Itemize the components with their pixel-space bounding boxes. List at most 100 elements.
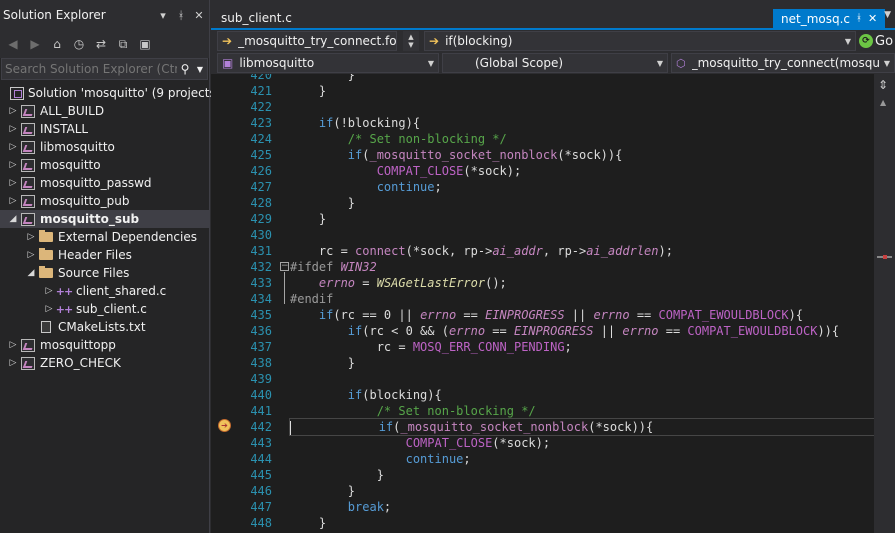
solution-explorer-title: Solution Explorer: [3, 8, 106, 22]
tree-item-source-files[interactable]: ◢ Source Files: [0, 264, 209, 282]
code-line: rc = connect(*sock, rp->ai_addr, rp->ai_…: [290, 244, 673, 258]
expand-arrow-icon[interactable]: ▷: [6, 142, 20, 152]
expand-arrow-icon[interactable]: ▷: [6, 196, 20, 206]
project-combo[interactable]: ▣ libmosquitto ▼: [217, 53, 439, 73]
tree-item-cmakelists[interactable]: CMakeLists.txt: [0, 318, 209, 336]
spin-up-icon[interactable]: ▲: [408, 33, 413, 41]
close-icon[interactable]: ✕: [191, 9, 207, 22]
tab-sub-client-c[interactable]: sub_client.c: [213, 8, 300, 28]
search-icon[interactable]: ⚲: [177, 62, 193, 76]
function-spinner[interactable]: ▲ ▼: [403, 31, 419, 51]
scroll-up-icon[interactable]: ▲: [880, 98, 886, 107]
sync-icon[interactable]: ⇄: [91, 34, 111, 54]
tree-solution-node[interactable]: Solution 'mosquitto' (9 projects): [0, 84, 220, 102]
function-combo[interactable]: ➔ _mosquitto_try_connect.fo: [217, 31, 397, 51]
home-icon[interactable]: ⌂: [47, 34, 67, 54]
line-number: 437: [250, 340, 272, 354]
tree-item-mosquitto-pub[interactable]: ▷ mosquitto_pub: [0, 192, 209, 210]
tree-item-header-files[interactable]: ▷ Header Files: [0, 246, 209, 264]
scope-combo[interactable]: (Global Scope) ▼: [442, 53, 668, 73]
expand-arrow-icon[interactable]: ▷: [6, 160, 20, 170]
project-icon: [20, 104, 36, 118]
split-window-icon[interactable]: ⇕: [878, 78, 888, 92]
code-line: COMPAT_CLOSE(*sock);: [376, 164, 522, 178]
tree-item-label: Solution 'mosquitto' (9 projects): [28, 86, 221, 100]
expand-arrow-icon[interactable]: ▷: [42, 304, 56, 314]
tab-net-mosq-c[interactable]: net_mosq.c ᚼ ✕: [773, 9, 886, 28]
project-icon: [20, 158, 36, 172]
chevron-down-icon[interactable]: ▼: [653, 59, 667, 68]
tree-item-mosquitto[interactable]: ▷ mosquitto: [0, 156, 209, 174]
indicator-margin[interactable]: ➔: [211, 74, 235, 533]
tree-item-external-dependencies[interactable]: ▷ External Dependencies: [0, 228, 209, 246]
pin-icon[interactable]: ᚼ: [856, 13, 862, 24]
pin-icon[interactable]: ᚼ: [173, 9, 189, 22]
solution-explorer-header: Solution Explorer ▾ ᚼ ✕: [0, 0, 209, 30]
solution-search-input[interactable]: [2, 62, 177, 76]
tree-item-mosquitto-sub[interactable]: ◢ mosquitto_sub: [0, 210, 209, 228]
code-line: #ifdef WIN32: [290, 260, 377, 274]
chevron-down-icon[interactable]: ▼: [841, 37, 855, 46]
navigation-bar: ▣ libmosquitto ▼ (Global Scope) ▼ ⬡ _mos…: [211, 52, 895, 74]
expand-arrow-icon[interactable]: ▷: [6, 106, 20, 116]
expand-arrow-icon[interactable]: ▷: [24, 232, 38, 242]
tab-label: net_mosq.c: [781, 11, 851, 26]
tab-overflow-dropdown-icon[interactable]: ▼: [884, 10, 891, 20]
tree-item-libmosquitto[interactable]: ▷ libmosquitto: [0, 138, 209, 156]
project-icon: [20, 122, 36, 136]
code-text[interactable]: } } if(!blocking){ /* Set non-blocking *…: [289, 74, 875, 533]
tree-item-label: Header Files: [58, 248, 132, 262]
go-button[interactable]: ⟳ Go: [859, 32, 893, 50]
expand-arrow-icon[interactable]: ▷: [6, 340, 20, 350]
line-number: 422: [250, 100, 272, 114]
chevron-down-icon[interactable]: ▼: [880, 59, 894, 68]
project-icon: ▣: [222, 56, 234, 70]
expand-arrow-icon[interactable]: ▷: [42, 286, 56, 296]
show-all-files-icon[interactable]: ▣: [135, 34, 155, 54]
tree-item-label: ZERO_CHECK: [40, 356, 121, 370]
tree-item-mosquittopp[interactable]: ▷ mosquittopp: [0, 336, 209, 354]
member-combo[interactable]: ⬡ _mosquitto_try_connect(mosquitto ▼: [671, 53, 895, 73]
tree-item-client-shared-c[interactable]: ▷ ++ client_shared.c: [0, 282, 209, 300]
code-view[interactable]: ➔ 420 421 422 423 424 425 426 427 428 42…: [211, 74, 895, 533]
tree-item-zero-check[interactable]: ▷ ZERO_CHECK: [0, 354, 209, 372]
dropdown-icon[interactable]: ▾: [155, 9, 171, 22]
code-line: COMPAT_CLOSE(*sock);: [405, 436, 551, 450]
collapse-arrow-icon[interactable]: ◢: [24, 268, 38, 278]
code-line: continue;: [405, 452, 471, 466]
solution-tree: Solution 'mosquitto' (9 projects) ▷ ALL_…: [0, 84, 220, 372]
line-number: 442: [250, 420, 272, 434]
vertical-scrollbar[interactable]: ⇕ ▲: [874, 74, 895, 533]
collapse-region-icon[interactable]: −: [280, 262, 289, 271]
expand-arrow-icon[interactable]: ▷: [6, 178, 20, 188]
code-line: }: [290, 74, 356, 82]
spin-down-icon[interactable]: ▼: [408, 41, 413, 49]
expand-arrow-icon[interactable]: ▷: [24, 250, 38, 260]
code-line: }: [290, 196, 356, 210]
code-line: if(_mosquitto_socket_nonblock(*sock)){: [347, 148, 623, 162]
code-line: errno = WSAGetLastError();: [318, 276, 507, 290]
expand-arrow-icon[interactable]: ▷: [6, 124, 20, 134]
collapse-all-icon[interactable]: ⧉: [113, 34, 133, 54]
back-icon[interactable]: ◀: [3, 34, 23, 54]
function-combo-value: _mosquitto_try_connect.fo: [238, 34, 396, 48]
forward-icon[interactable]: ▶: [25, 34, 45, 54]
expand-arrow-icon[interactable]: ▷: [6, 358, 20, 368]
chevron-down-icon[interactable]: ▼: [424, 59, 438, 68]
solution-icon: [10, 86, 24, 100]
line-number: 446: [250, 484, 272, 498]
line-number: 425: [250, 148, 272, 162]
tree-item-install[interactable]: ▷ INSTALL: [0, 120, 209, 138]
tree-item-sub-client-c[interactable]: ▷ ++ sub_client.c: [0, 300, 209, 318]
search-options-dropdown-icon[interactable]: ▼: [193, 65, 207, 74]
close-tab-icon[interactable]: ✕: [868, 12, 877, 25]
tree-item-mosquitto-passwd[interactable]: ▷ mosquitto_passwd: [0, 174, 209, 192]
code-editor: sub_client.c net_mosq.c ᚼ ✕ ▼ ➔ _mosquit…: [211, 0, 895, 533]
history-icon[interactable]: ◷: [69, 34, 89, 54]
line-number: 431: [250, 244, 272, 258]
project-combo-value: libmosquitto: [239, 56, 315, 70]
condition-combo[interactable]: ➔ if(blocking) ▼: [424, 31, 856, 51]
solution-search-box[interactable]: ⚲ ▼: [1, 58, 208, 80]
tree-item-all-build[interactable]: ▷ ALL_BUILD: [0, 102, 209, 120]
collapse-arrow-icon[interactable]: ◢: [6, 214, 20, 224]
